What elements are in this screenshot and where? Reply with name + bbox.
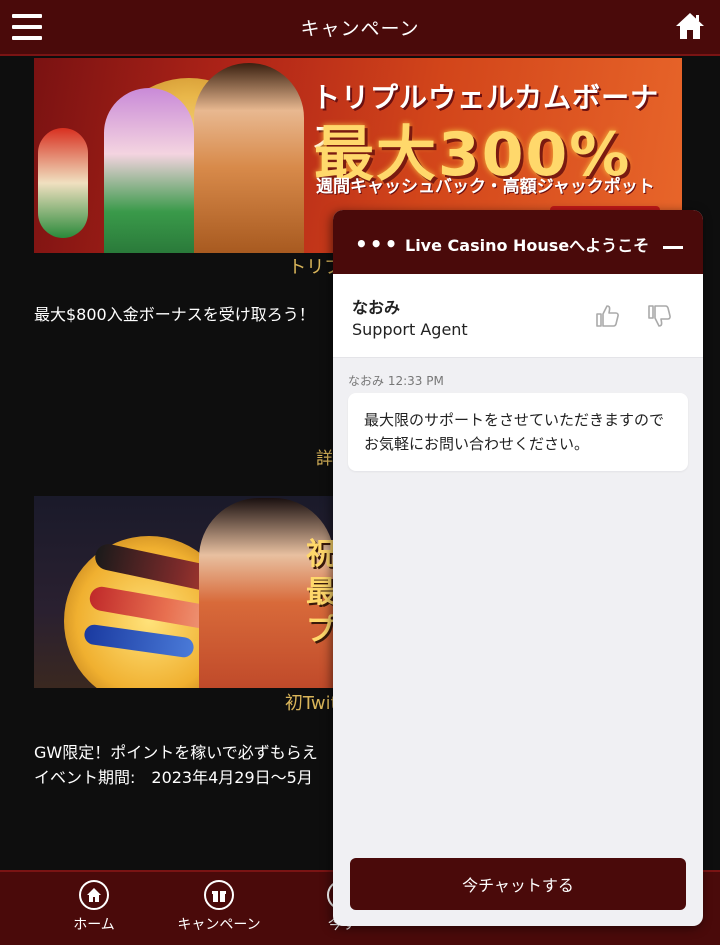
agent-name: なおみ: [352, 298, 401, 317]
live-chat-widget: ••• Live Casino Houseへようこそ なおみ Support A…: [333, 210, 703, 926]
agent-role: Support Agent: [352, 320, 468, 339]
campaign-period: イベント期間: 2023年4月29日〜5月: [34, 768, 313, 787]
home-icon: [79, 880, 109, 910]
agent-card: なおみ Support Agent: [333, 274, 703, 358]
agent-message: 最大限のサポートをさせていただきますのでお気軽にお問い合わせください。: [348, 393, 688, 471]
details-link[interactable]: 詳: [316, 444, 333, 469]
start-chat-button[interactable]: 今チャットする: [350, 858, 686, 910]
gift-icon: [204, 880, 234, 910]
chat-title: Live Casino Houseへようこそ: [405, 236, 650, 255]
campaign-description: GW限定！ポイントを稼いで必ずもらえ: [34, 743, 318, 762]
message-meta: なおみ 12:33 PM: [348, 374, 444, 388]
anime-character-graphic: [104, 88, 194, 253]
thumbs-up-icon[interactable]: [593, 302, 621, 330]
top-bar: キャンペーン: [0, 0, 720, 56]
banner-text: 祝 最 プ: [306, 537, 336, 648]
page-title: キャンペーン: [300, 17, 420, 40]
thumbs-down-icon[interactable]: [645, 302, 673, 330]
nav-label: ホーム: [73, 917, 115, 933]
dealer-photo: [194, 63, 304, 253]
nav-home[interactable]: ホーム: [34, 880, 154, 934]
koi-flag-graphic: [38, 128, 88, 238]
menu-icon[interactable]: [12, 14, 42, 40]
campaign-description: 最大$800入金ボーナスを受け取ろう！: [34, 305, 315, 324]
home-icon[interactable]: [674, 10, 706, 42]
minimize-icon[interactable]: [663, 246, 683, 249]
nav-label: キャンペーン: [177, 917, 261, 933]
chat-header: ••• Live Casino Houseへようこそ: [333, 210, 703, 274]
more-options-icon[interactable]: •••: [355, 232, 399, 256]
nav-campaign[interactable]: キャンペーン: [159, 880, 279, 934]
banner-subtitle: 週間キャッシュバック・高額ジャックポット: [316, 177, 655, 197]
